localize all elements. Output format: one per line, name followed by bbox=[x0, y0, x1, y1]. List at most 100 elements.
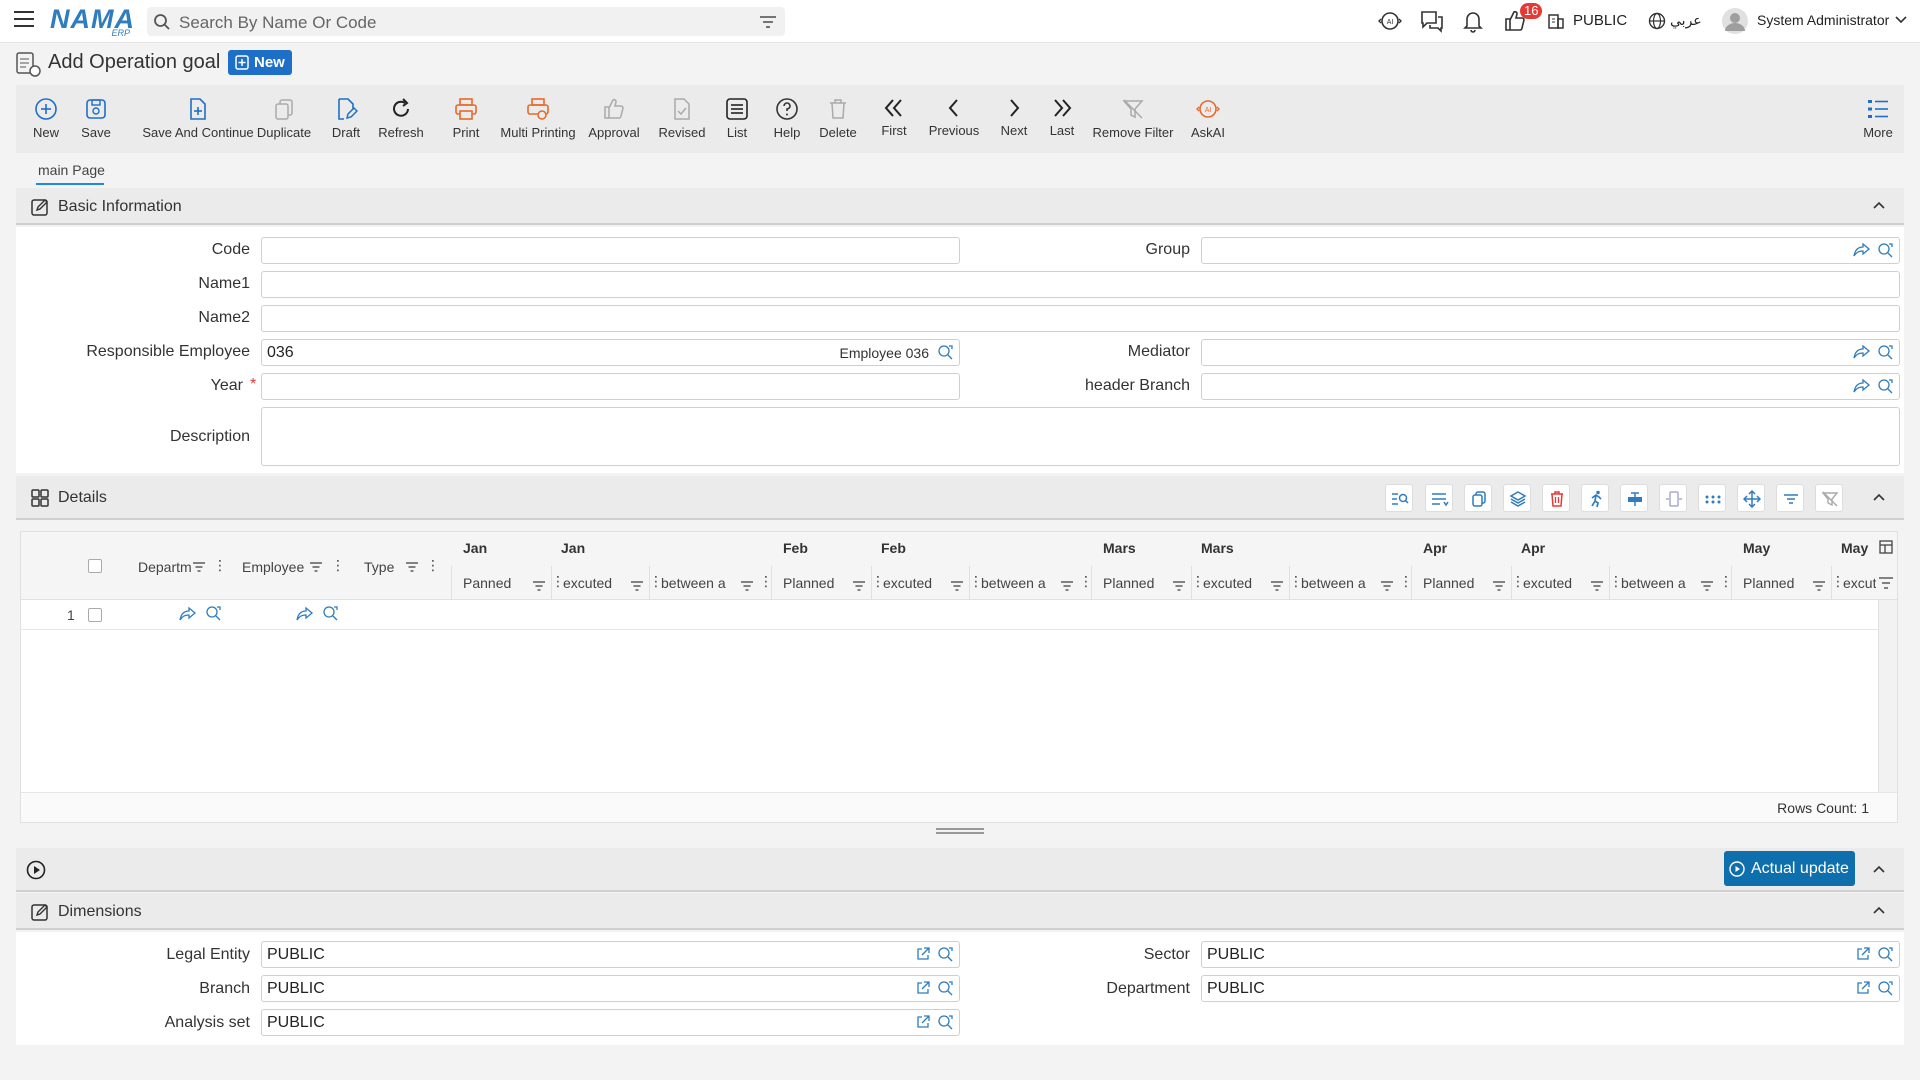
help-button[interactable]: Help bbox=[771, 85, 803, 153]
filter-icon[interactable] bbox=[759, 14, 777, 30]
filter-icon[interactable] bbox=[1381, 578, 1393, 595]
header-branch-field[interactable] bbox=[1201, 373, 1900, 400]
app-logo[interactable]: NAMA ERP bbox=[50, 5, 134, 38]
legal-entity-field[interactable]: PUBLIC bbox=[261, 941, 960, 968]
search-box[interactable]: Search By Name Or Code bbox=[147, 7, 785, 36]
search-refresh-icon[interactable] bbox=[1877, 946, 1895, 962]
external-link-icon[interactable] bbox=[915, 946, 931, 962]
menu-icon[interactable] bbox=[14, 11, 34, 29]
year-field[interactable] bbox=[261, 373, 960, 400]
grid-search-button[interactable] bbox=[1385, 484, 1413, 512]
column-header[interactable]: between a bbox=[981, 575, 1046, 591]
name2-field[interactable] bbox=[261, 305, 1900, 332]
chat-icon[interactable] bbox=[1419, 9, 1445, 33]
column-employee[interactable]: Employee bbox=[242, 559, 304, 575]
grid-run-button[interactable] bbox=[1581, 484, 1609, 512]
list-button[interactable]: List bbox=[722, 85, 752, 153]
play-circle-icon[interactable] bbox=[26, 860, 46, 880]
search-refresh-icon[interactable] bbox=[937, 946, 955, 962]
external-link-icon[interactable] bbox=[1855, 980, 1871, 996]
search-refresh-icon[interactable] bbox=[1877, 242, 1895, 258]
search-refresh-icon[interactable] bbox=[937, 344, 955, 360]
filter-icon[interactable] bbox=[193, 562, 205, 572]
filter-icon[interactable] bbox=[951, 578, 963, 595]
external-link-icon[interactable] bbox=[915, 1014, 931, 1030]
revised-button[interactable]: Revised bbox=[654, 85, 710, 153]
search-input[interactable]: Search By Name Or Code bbox=[179, 13, 376, 33]
previous-button[interactable]: Previous bbox=[926, 85, 982, 153]
tab-main-page[interactable]: main Page bbox=[38, 162, 105, 178]
grid-filter-button[interactable] bbox=[1776, 484, 1804, 512]
grid-resize-button[interactable] bbox=[1659, 484, 1687, 512]
search-refresh-icon[interactable] bbox=[1877, 980, 1895, 996]
filter-icon[interactable] bbox=[310, 562, 322, 572]
name1-field[interactable] bbox=[261, 271, 1900, 298]
column-menu-icon[interactable]: ⋮ bbox=[331, 557, 345, 574]
more-button[interactable]: More bbox=[1860, 85, 1896, 153]
grid-move-button[interactable] bbox=[1737, 484, 1765, 512]
column-menu-icon[interactable]: ⋮ bbox=[426, 557, 440, 574]
table-row[interactable]: 1 bbox=[21, 600, 1881, 630]
column-header[interactable]: Panned bbox=[463, 575, 511, 591]
chevron-up-icon[interactable] bbox=[1872, 905, 1886, 915]
column-header[interactable]: Planned bbox=[783, 575, 834, 591]
code-field[interactable] bbox=[261, 237, 960, 264]
department-field[interactable]: PUBLIC bbox=[1201, 975, 1900, 1002]
column-chooser-icon[interactable] bbox=[1879, 540, 1893, 554]
search-refresh-icon[interactable] bbox=[1877, 378, 1895, 394]
save-and-continue-button[interactable]: Save And Continue bbox=[128, 85, 268, 153]
filter-icon[interactable] bbox=[853, 578, 865, 595]
multi-printing-button[interactable]: Multi Printing bbox=[496, 85, 580, 153]
column-header[interactable]: between a bbox=[661, 575, 726, 591]
first-button[interactable]: First bbox=[878, 85, 910, 153]
chevron-up-icon[interactable] bbox=[1872, 200, 1886, 210]
mediator-field[interactable] bbox=[1201, 339, 1900, 366]
column-header[interactable]: Planned bbox=[1423, 575, 1474, 591]
filter-icon[interactable] bbox=[533, 578, 545, 595]
approval-button[interactable]: Approval bbox=[584, 85, 644, 153]
search-refresh-icon[interactable] bbox=[937, 980, 955, 996]
new-button[interactable]: New bbox=[26, 85, 66, 153]
analysis-set-field[interactable]: PUBLIC bbox=[261, 1009, 960, 1036]
group-field[interactable] bbox=[1201, 237, 1900, 264]
filter-icon[interactable] bbox=[1813, 578, 1825, 595]
search-refresh-icon[interactable] bbox=[205, 605, 223, 621]
chevron-down-icon[interactable] bbox=[1895, 15, 1907, 25]
grid-add-row-button[interactable] bbox=[1425, 484, 1453, 512]
filter-icon[interactable] bbox=[1061, 578, 1073, 595]
filter-icon[interactable] bbox=[1879, 577, 1893, 589]
save-button[interactable]: Save bbox=[76, 85, 116, 153]
refresh-button[interactable]: Refresh bbox=[376, 85, 426, 153]
grid-remove-filter-button[interactable] bbox=[1815, 484, 1843, 512]
user-menu[interactable]: System Administrator bbox=[1757, 12, 1889, 28]
description-field[interactable] bbox=[261, 407, 1900, 466]
delete-button[interactable]: Delete bbox=[818, 85, 858, 153]
bell-icon[interactable] bbox=[1462, 9, 1484, 33]
select-all-checkbox[interactable] bbox=[88, 559, 102, 573]
share-icon[interactable] bbox=[296, 606, 314, 622]
share-icon[interactable] bbox=[1853, 378, 1871, 394]
dimensions-header[interactable]: Dimensions bbox=[16, 893, 1904, 930]
column-header[interactable]: excuted bbox=[1523, 575, 1572, 591]
column-type[interactable]: Type bbox=[364, 559, 394, 575]
column-header[interactable]: excuted bbox=[883, 575, 932, 591]
column-header[interactable]: excuted bbox=[1203, 575, 1252, 591]
filter-icon[interactable] bbox=[1591, 578, 1603, 595]
filter-icon[interactable] bbox=[1173, 578, 1185, 595]
filter-icon[interactable] bbox=[1271, 578, 1283, 595]
resize-handle[interactable] bbox=[936, 828, 984, 834]
print-button[interactable]: Print bbox=[446, 85, 486, 153]
remove-filter-button[interactable]: Remove Filter bbox=[1092, 85, 1174, 153]
responsible-employee-field[interactable]: 036 Employee 036 bbox=[261, 339, 960, 366]
grid-copy-button[interactable] bbox=[1464, 484, 1492, 512]
column-header[interactable]: excut bbox=[1843, 575, 1876, 591]
column-header[interactable]: Planned bbox=[1743, 575, 1794, 591]
column-header[interactable]: between a bbox=[1621, 575, 1686, 591]
askai-button[interactable]: AI AskAI bbox=[1188, 85, 1228, 153]
row-checkbox[interactable] bbox=[88, 608, 102, 622]
chevron-up-icon[interactable] bbox=[1872, 864, 1886, 874]
filter-icon[interactable] bbox=[741, 578, 753, 595]
chevron-up-icon[interactable] bbox=[1872, 492, 1886, 502]
avatar-icon[interactable] bbox=[1722, 8, 1748, 34]
filter-icon[interactable] bbox=[631, 578, 643, 595]
